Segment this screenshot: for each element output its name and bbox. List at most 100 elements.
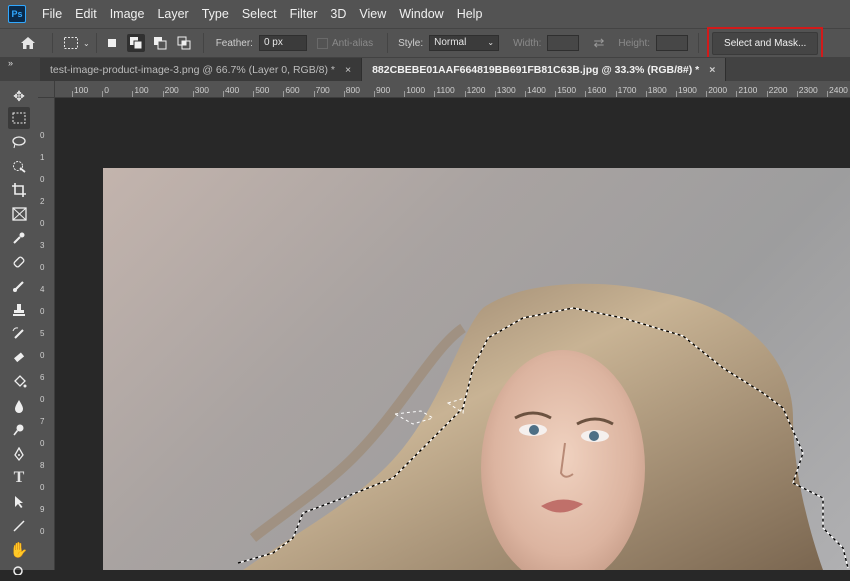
ruler-label: 9	[40, 505, 45, 514]
feather-input[interactable]: 0 px	[258, 35, 307, 51]
style-value: Normal	[434, 37, 467, 48]
ruler-tick	[72, 91, 73, 97]
ruler-tick	[464, 91, 466, 97]
horizontal-ruler[interactable]: 100 0 100 200 300 400 500 600 700 800 900 1000 1100 1…	[38, 81, 850, 98]
lasso-tool-icon[interactable]	[8, 131, 30, 153]
menu-window[interactable]: Window	[393, 0, 450, 28]
ruler-tick	[645, 91, 647, 97]
ruler-label: 0	[40, 175, 45, 184]
move-tool-icon[interactable]: ✥	[8, 85, 30, 107]
menu-layer[interactable]: Layer	[151, 0, 195, 28]
close-icon[interactable]: ×	[709, 64, 715, 76]
rect-marquee-icon[interactable]	[63, 36, 79, 50]
ruler-label: 2200	[768, 85, 788, 95]
healing-brush-tool-icon[interactable]	[8, 251, 30, 273]
menu-file[interactable]: File	[36, 0, 69, 28]
eyedropper-tool-icon[interactable]	[8, 227, 30, 249]
feather-label: Feather:	[215, 37, 253, 49]
photoshop-logo[interactable]: Ps	[8, 5, 26, 23]
ruler-label: 300	[194, 85, 209, 95]
type-tool-icon[interactable]: T	[8, 467, 30, 489]
close-icon[interactable]: ×	[345, 64, 351, 76]
ruler-label: 1900	[678, 85, 697, 95]
home-icon[interactable]	[18, 36, 38, 50]
ruler-label: 0	[104, 85, 109, 95]
ruler-tick	[525, 91, 526, 97]
ruler-label: 0	[40, 527, 45, 536]
pen-tool-icon[interactable]	[8, 443, 30, 465]
quick-selection-tool-icon[interactable]	[8, 155, 30, 177]
style-select[interactable]: Normal ⌄	[429, 35, 500, 51]
subtract-selection-icon[interactable]	[153, 36, 167, 50]
ruler-label: 200	[164, 85, 179, 95]
menu-edit[interactable]: Edit	[69, 0, 104, 28]
path-selection-tool-icon[interactable]	[8, 491, 30, 513]
ruler-tick	[374, 91, 375, 97]
options-bar: ⌄ Feather: 0 px Anti-alias Style: Normal…	[0, 26, 850, 60]
ruler-label: 0	[40, 219, 45, 228]
portrait-image	[237, 283, 849, 570]
ruler-label: 2400	[829, 85, 848, 95]
menu-filter[interactable]: Filter	[284, 0, 325, 28]
ruler-tick	[494, 91, 496, 97]
blur-tool-icon[interactable]	[8, 395, 30, 417]
ruler-label: 1200	[466, 85, 486, 95]
history-brush-tool-icon[interactable]	[8, 323, 30, 345]
brush-tool-icon[interactable]	[8, 275, 30, 297]
document-canvas[interactable]	[55, 98, 850, 570]
rect-marquee-tool-icon[interactable]	[8, 107, 30, 129]
menu-bar: Ps File Edit Image Layer Type Select Fil…	[0, 0, 850, 28]
menu-view[interactable]: View	[353, 0, 393, 28]
ruler-tick	[192, 91, 194, 97]
dodge-tool-icon[interactable]	[8, 419, 30, 441]
ruler-tick	[404, 91, 406, 97]
antialias-checkbox[interactable]	[316, 37, 328, 49]
chevron-down-icon: ⌄	[487, 38, 495, 47]
zoom-tool-icon[interactable]	[8, 559, 30, 581]
width-input[interactable]	[547, 35, 580, 51]
ruler-tick	[796, 91, 798, 97]
vertical-ruler[interactable]: 0 1 0 2 0 3 0 4 0 5 0 6 0 7 0 8 0 9 0	[38, 97, 55, 570]
menu-image[interactable]: Image	[104, 0, 152, 28]
menu-help[interactable]: Help	[451, 0, 490, 28]
ruler-label: 1600	[587, 85, 607, 95]
separator	[698, 33, 700, 53]
ruler-tick	[162, 91, 164, 97]
ruler-tick	[676, 91, 677, 97]
paint-bucket-tool-icon[interactable]	[8, 371, 30, 393]
ruler-label: 100	[134, 85, 149, 95]
menu-type[interactable]: Type	[196, 0, 236, 28]
clone-stamp-tool-icon[interactable]	[8, 299, 30, 321]
tab-label: test-image-product-image-3.png @ 66.7% (…	[50, 63, 335, 76]
line-tool-icon[interactable]	[8, 515, 30, 537]
height-input[interactable]	[656, 35, 689, 51]
tab-label: 882CBEBE01AAF664819BB691FB81C63B.jpg @ 3…	[372, 63, 700, 76]
ruler-tick	[223, 91, 224, 97]
swap-icon[interactable]: ⇄	[593, 35, 604, 51]
ruler-label: 1800	[647, 85, 667, 95]
ruler-label: 0	[40, 395, 45, 404]
panel-collapse-icon[interactable]: »	[8, 58, 13, 68]
ruler-label: 100	[74, 85, 89, 95]
style-label: Style:	[398, 37, 424, 49]
ruler-label: 800	[345, 85, 360, 95]
tab-document-2[interactable]: 882CBEBE01AAF664819BB691FB81C63B.jpg @ 3…	[362, 58, 727, 81]
ruler-tick	[434, 91, 436, 97]
crop-tool-icon[interactable]	[8, 179, 30, 201]
eraser-tool-icon[interactable]	[8, 347, 30, 369]
menu-3d[interactable]: 3D	[324, 0, 353, 28]
select-and-mask-button[interactable]: Select and Mask...	[712, 31, 819, 55]
intersect-selection-icon[interactable]	[177, 36, 191, 50]
menu-select[interactable]: Select	[236, 0, 284, 28]
add-selection-icon[interactable]	[126, 34, 145, 52]
tools-panel: ✥ T ✋	[0, 81, 39, 575]
new-selection-icon[interactable]	[105, 36, 119, 50]
chevron-down-icon[interactable]: ⌄	[83, 39, 90, 48]
frame-tool-icon[interactable]	[8, 203, 30, 225]
ruler-label: 8	[40, 461, 45, 470]
tab-document-1[interactable]: test-image-product-image-3.png @ 66.7% (…	[40, 58, 363, 81]
photo-layer[interactable]	[103, 168, 850, 570]
hand-tool-icon[interactable]: ✋	[8, 539, 30, 561]
ruler-label: 900	[376, 85, 391, 95]
ruler-tick	[827, 91, 828, 97]
